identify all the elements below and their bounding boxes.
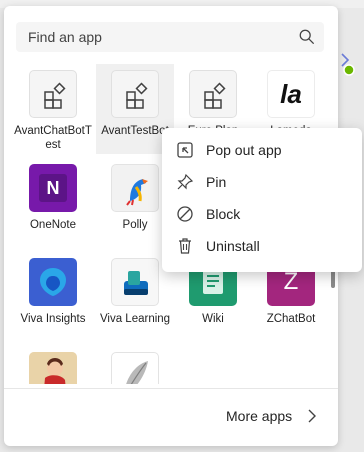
menu-item-label: Pin	[206, 174, 227, 190]
viva-learning-icon	[111, 258, 159, 306]
pin-icon	[177, 173, 194, 190]
app-label: Wiki	[202, 313, 224, 325]
menu-item-uninstall[interactable]: Uninstall	[162, 230, 362, 262]
lameda-logo-icon: la	[267, 70, 315, 118]
pinup-illustration-icon	[29, 352, 77, 384]
footer-divider	[4, 388, 338, 389]
app-label: ZChatBot	[266, 313, 316, 325]
chevron-right-icon[interactable]	[306, 408, 318, 424]
app-generic-icon	[29, 70, 77, 118]
menu-item-pop-out[interactable]: Pop out app	[162, 134, 362, 166]
menu-item-label: Uninstall	[206, 238, 260, 254]
search-icon[interactable]	[298, 28, 316, 46]
app-generic-icon	[189, 70, 237, 118]
menu-item-label: Pop out app	[206, 142, 282, 158]
block-icon	[177, 206, 193, 222]
app-label: AvantChatBotTest	[14, 125, 92, 151]
app-generic-icon	[111, 70, 159, 118]
app-label: Viva Insights	[20, 313, 86, 325]
app-context-menu: Pop out app Pin Block Uninstall	[162, 128, 362, 272]
app-tile-viva-insights[interactable]: Viva Insights	[14, 252, 92, 342]
pop-out-icon	[177, 142, 193, 158]
menu-item-pin[interactable]: Pin	[162, 166, 362, 198]
app-tile-unnamed-image[interactable]	[14, 346, 92, 384]
trash-icon	[179, 238, 191, 254]
polly-parrot-icon	[111, 164, 159, 212]
search-box[interactable]: Find an app	[16, 22, 324, 52]
menu-item-block[interactable]: Block	[162, 198, 362, 230]
app-label: OneNote	[29, 219, 77, 231]
app-tile-avantchatbottest[interactable]: AvantChatBotTest	[14, 64, 92, 154]
more-apps-link[interactable]: More apps	[226, 408, 292, 424]
search-input[interactable]: Find an app	[28, 29, 102, 45]
viva-insights-icon	[29, 258, 77, 306]
feather-illustration-icon	[111, 352, 159, 384]
app-tile-onenote[interactable]: N OneNote	[14, 158, 92, 248]
app-tile-unnamed-feather[interactable]	[96, 346, 174, 384]
menu-item-label: Block	[206, 206, 241, 222]
status-indicator-icon	[341, 53, 355, 76]
app-label: Viva Learning	[99, 313, 171, 325]
onenote-logo-icon: N	[29, 164, 77, 212]
